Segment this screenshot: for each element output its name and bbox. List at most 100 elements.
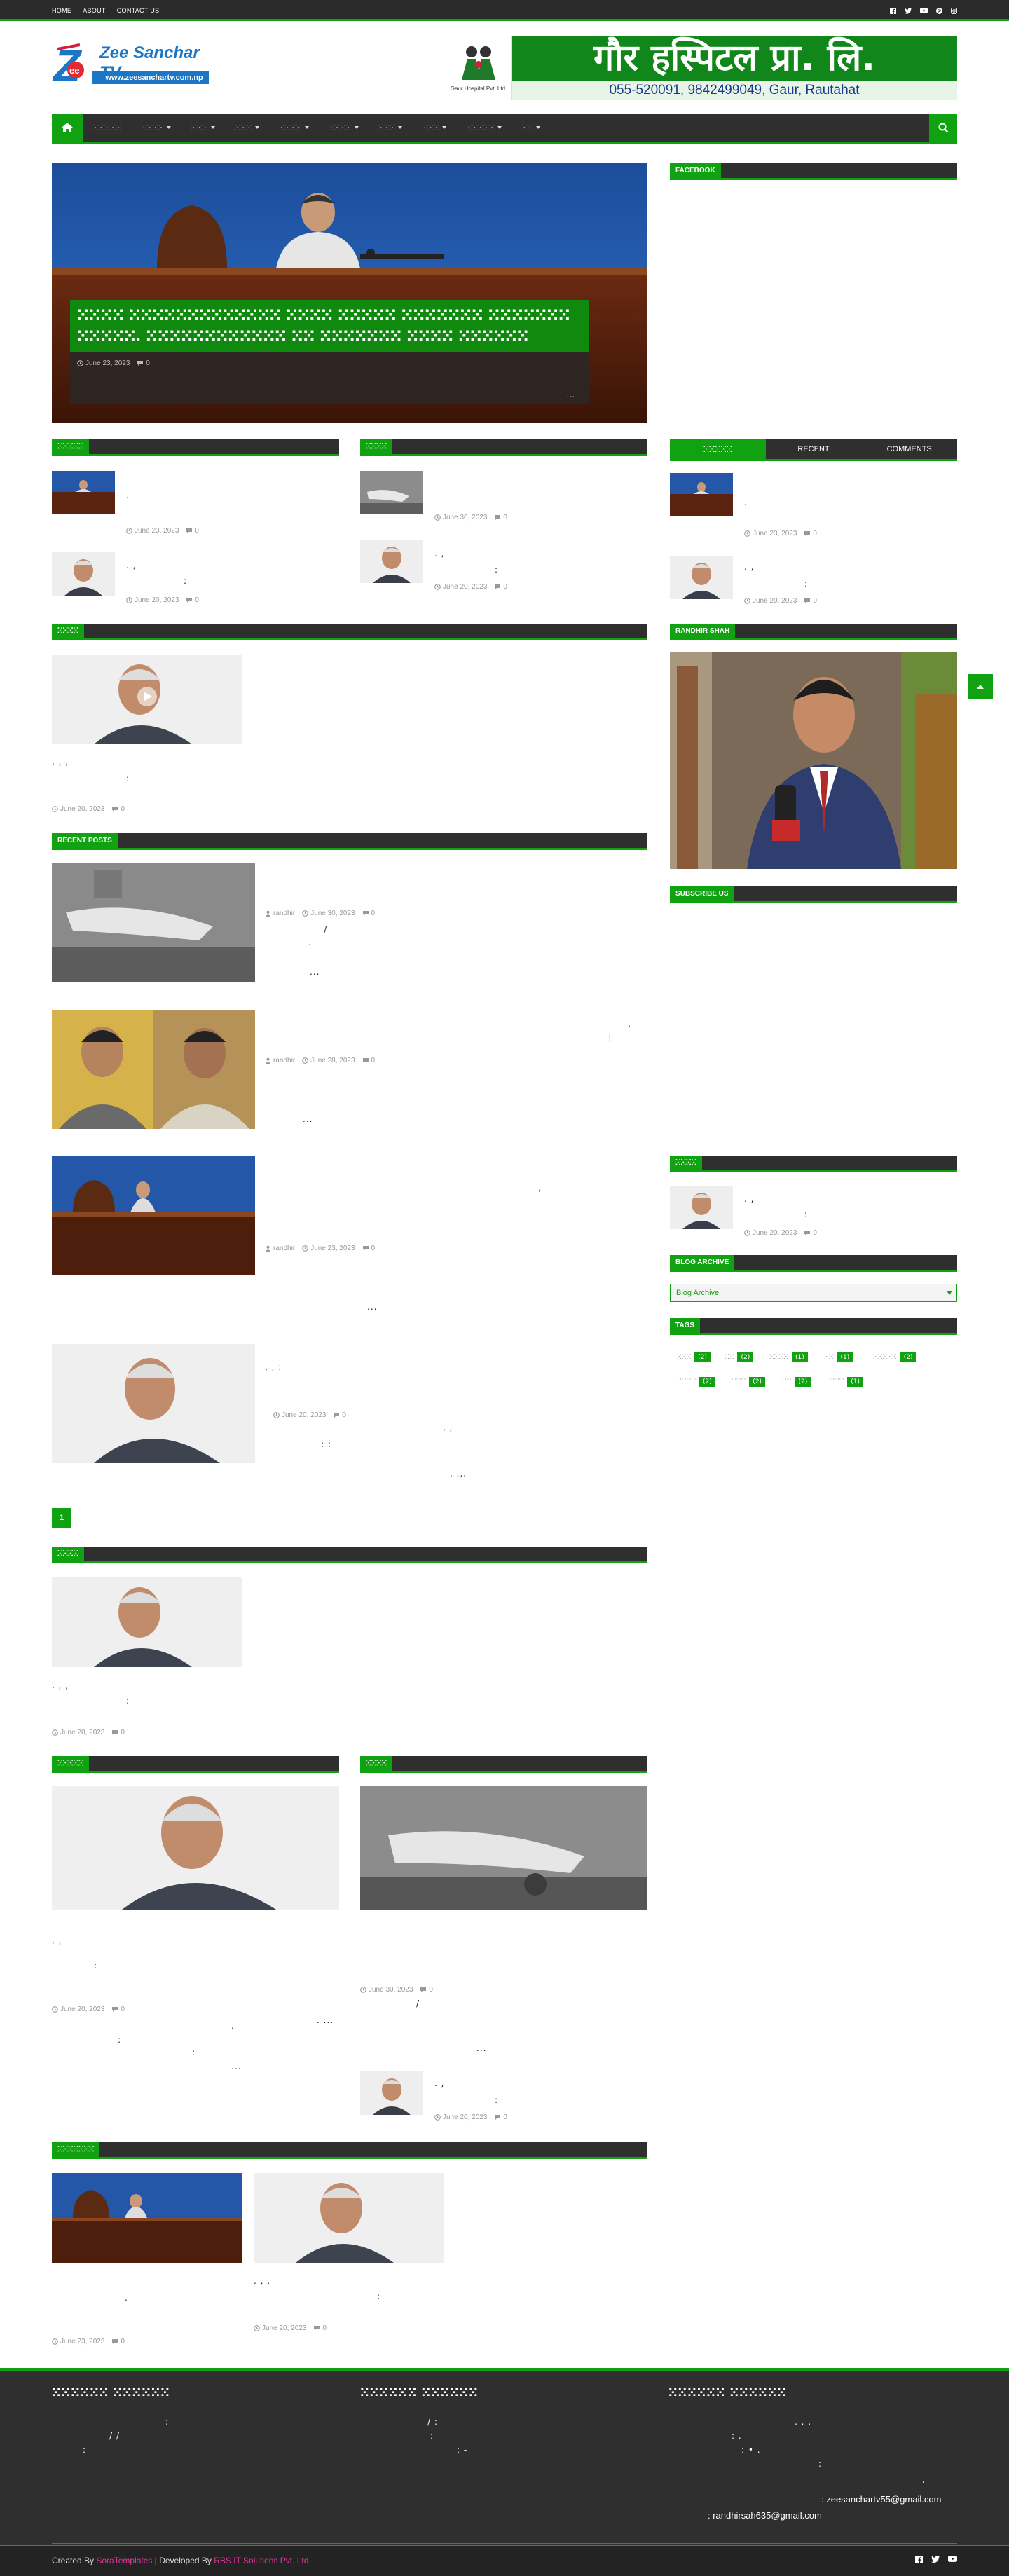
post-title-placeholder[interactable]: . , , (52, 1680, 69, 1690)
comment-icon: 0 (494, 583, 507, 591)
tag-item[interactable]: ⵘⵘⵘ (2) (677, 1352, 711, 1362)
twitter-icon[interactable] (931, 2556, 940, 2563)
hero-comments: 0 (146, 359, 150, 367)
tag-item[interactable]: ⵘⵘⵘⵘⵘ (2) (873, 1352, 917, 1362)
post-author[interactable]: randhir (273, 1245, 295, 1252)
hero-caption[interactable]: ⵘⵘⵘⵘ ⵘⵘⵘⵘⵘⵘⵘⵘⵘⵘⵘⵘⵘ ⵘⵘⵘⵘ ⵘⵘⵘⵘⵘ ⵘⵘⵘⵘⵘⵘⵘ ⵘⵘ… (70, 300, 589, 404)
post-author[interactable]: randhir (273, 1057, 295, 1064)
tab-comments[interactable]: COMMENTS (861, 439, 957, 459)
top-link-contact[interactable]: CONTACT US (117, 7, 160, 14)
tag-name: ⵘⵘⵘⵘ (677, 1378, 696, 1385)
hero-title[interactable]: ⵘⵘⵘⵘ ⵘⵘⵘⵘⵘⵘⵘⵘⵘⵘⵘⵘⵘ ⵘⵘⵘⵘ ⵘⵘⵘⵘⵘ ⵘⵘⵘⵘⵘⵘⵘ ⵘⵘ… (70, 300, 589, 352)
nav-item-8[interactable]: ⵘⵘⵘ (412, 114, 456, 142)
post-thumbnail[interactable] (670, 473, 733, 516)
pinterest-icon[interactable] (936, 7, 942, 14)
search-icon[interactable] (929, 114, 957, 142)
youtube-icon[interactable] (948, 2556, 957, 2563)
post-meta: June 20, 2023 0 (273, 1411, 346, 1419)
post-title-placeholder[interactable]: . , (744, 562, 754, 572)
post-title-placeholder[interactable]: . , (434, 2078, 444, 2088)
tag-item[interactable]: ⵘⵘⵘ (1) (830, 1377, 863, 1387)
footer-email-1[interactable]: : zeesanchartv55@gmail.com (821, 2494, 941, 2505)
twitter-icon[interactable] (905, 7, 912, 14)
pagination-current-page[interactable]: 1 (52, 1508, 71, 1528)
post-title-placeholder[interactable]: . , (744, 1194, 754, 1204)
chevron-down-icon (947, 1291, 952, 1295)
hero-slider[interactable]: ⵘⵘⵘⵘ ⵘⵘⵘⵘⵘⵘⵘⵘⵘⵘⵘⵘⵘ ⵘⵘⵘⵘ ⵘⵘⵘⵘⵘ ⵘⵘⵘⵘⵘⵘⵘ ⵘⵘ… (52, 163, 647, 423)
post-thumbnail[interactable] (52, 471, 115, 514)
nav-item-5[interactable]: ⵘⵘⵘⵘ (269, 114, 319, 142)
post-title-placeholder[interactable]: . (125, 2293, 128, 2303)
clock-icon: June 20, 2023 (744, 597, 797, 605)
site-logo[interactable]: Z ee Zee Sanchar TV www.zeesanchartv.com… (52, 39, 213, 95)
post-thumbnail[interactable] (52, 552, 115, 596)
nav-item-1[interactable]: ⵘⵘⵘⵘⵘ (83, 114, 131, 142)
post-excerpt-placeholder: ... (367, 1302, 378, 1312)
nav-item-7[interactable]: ⵘⵘⵘ (369, 114, 413, 142)
post-thumbnail[interactable] (670, 1186, 733, 1229)
credit-brand-link[interactable]: SoraTemplates (96, 2556, 152, 2565)
nav-item-6[interactable]: ⵘⵘⵘⵘ (319, 114, 369, 142)
post-thumbnail[interactable] (52, 863, 255, 982)
scroll-to-top-button[interactable] (968, 674, 993, 699)
nav-item-label: ⵘⵘⵘⵘⵘ (92, 123, 122, 132)
tag-item[interactable]: ⵘⵘⵘⵘ (1) (769, 1352, 808, 1362)
post-author[interactable]: randhir (273, 910, 295, 917)
top-link-home[interactable]: HOME (52, 7, 71, 14)
post-excerpt-placeholder: . ... (450, 1469, 467, 1479)
nav-item-4[interactable]: ⵘⵘⵘ (225, 114, 269, 142)
facebook-icon[interactable] (890, 7, 896, 14)
post-thumbnail[interactable] (360, 2071, 423, 2115)
post-thumbnail[interactable] (360, 1786, 647, 1910)
post-title-placeholder[interactable]: . , (126, 561, 136, 570)
footer-text-placeholder: / : (427, 2417, 438, 2427)
post-thumbnail[interactable] (52, 1344, 255, 1463)
post-thumbnail[interactable] (360, 540, 423, 583)
post-date: June 20, 2023 (60, 1729, 105, 1736)
home-icon[interactable] (52, 114, 83, 142)
post-title-placeholder[interactable]: . , (434, 549, 444, 559)
tag-item[interactable]: ⵘⵘ (1) (824, 1352, 853, 1362)
post-title-placeholder[interactable]: . , , (254, 2276, 270, 2286)
top-nav: HOME ABOUT CONTACT US (52, 0, 159, 21)
hospital-banner-ad[interactable]: Gaur Hospital Pvt. Ltd. गौर हस्पिटल प्रा… (446, 36, 957, 100)
footer-email-2[interactable]: : randhirsah635@gmail.com (708, 2510, 822, 2521)
post-thumbnail[interactable] (670, 556, 733, 599)
post-title-placeholder[interactable]: , , (52, 1936, 62, 1945)
clock-icon: June 30, 2023 (434, 514, 487, 521)
tag-name: ⵘⵘⵘ (732, 1378, 746, 1385)
tag-item[interactable]: ⵘⵘ (2) (782, 1377, 811, 1387)
nav-item-2[interactable]: ⵘⵘⵘⵘ (131, 114, 181, 142)
video-thumbnail[interactable] (52, 655, 242, 744)
post-thumbnail[interactable] (254, 2173, 444, 2263)
blog-archive-select[interactable]: Blog Archive (670, 1284, 957, 1302)
credit-developer-link[interactable]: RBS IT Solutions Pvt. Ltd. (214, 2556, 311, 2565)
tags-widget-header: TAGS (670, 1318, 957, 1335)
post-thumbnail[interactable] (52, 1010, 255, 1129)
tab-popular[interactable]: ⵘⵘⵘⵘⵘ (670, 439, 766, 459)
post-meta: June 20, 2023 0 (434, 2113, 507, 2121)
nav-item-10[interactable]: ⵘⵘ (512, 114, 549, 142)
clock-icon: June 28, 2023 (302, 1057, 355, 1064)
tag-item[interactable]: ⵘⵘ (2) (725, 1352, 754, 1362)
tab-recent[interactable]: RECENT (766, 439, 862, 459)
tag-item[interactable]: ⵘⵘⵘⵘ (2) (677, 1377, 715, 1387)
top-link-about[interactable]: ABOUT (83, 7, 106, 14)
top-bar: HOME ABOUT CONTACT US (0, 0, 1009, 21)
nav-item-9[interactable]: ⵘⵘⵘⵘⵘ (456, 114, 512, 142)
post-title-placeholder[interactable]: . , , (52, 757, 69, 767)
footer-social (915, 2556, 957, 2563)
post-thumbnail[interactable] (52, 2173, 242, 2263)
post-thumbnail[interactable] (52, 1156, 255, 1275)
post-meta: June 20, 2023 0 (52, 2006, 125, 2013)
tag-item[interactable]: ⵘⵘⵘ (2) (732, 1377, 765, 1387)
post-thumbnail[interactable] (52, 1577, 242, 1667)
instagram-icon[interactable] (951, 7, 957, 14)
post-title-placeholder[interactable]: . (126, 491, 130, 500)
facebook-icon[interactable] (915, 2556, 923, 2563)
nav-item-3[interactable]: ⵘⵘⵘ (181, 114, 225, 142)
post-thumbnail[interactable] (360, 471, 423, 514)
post-thumbnail[interactable] (52, 1786, 339, 1910)
youtube-icon[interactable] (920, 8, 928, 13)
post-title-placeholder[interactable]: . (744, 498, 748, 507)
